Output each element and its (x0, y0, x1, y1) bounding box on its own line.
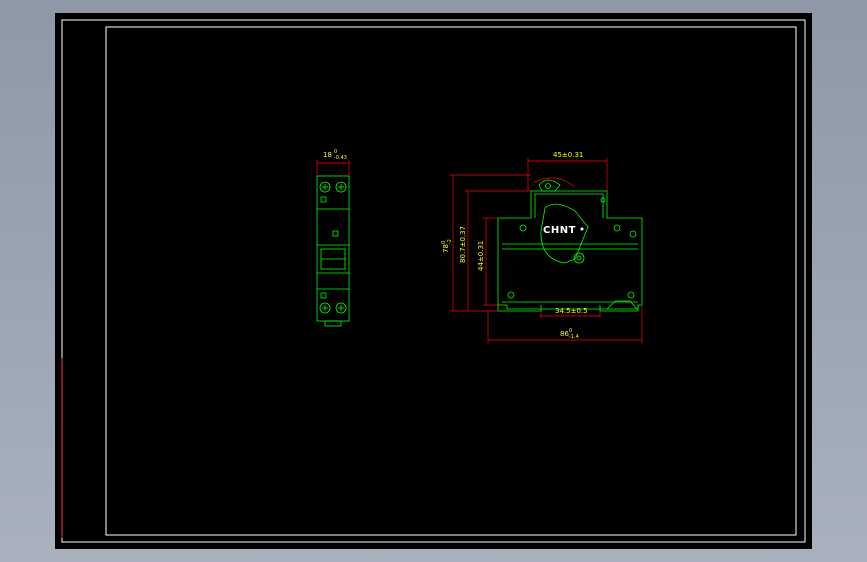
front-view (316, 175, 350, 327)
svg-text:78: 78 (442, 244, 450, 253)
side-body-outline (497, 190, 643, 310)
front-body-outline (316, 175, 350, 322)
svg-text:-2: -2 (447, 239, 453, 244)
brand-dot (580, 227, 584, 231)
svg-text:-0.43: -0.43 (334, 155, 347, 161)
top-width-label: 45±0.31 (553, 151, 583, 159)
toggle-handle (538, 179, 561, 192)
height-80-label: 80.7±0.37 (459, 226, 467, 263)
front-width-label: 18 (323, 151, 332, 159)
svg-text:-1.4: -1.4 (569, 334, 579, 340)
depth-label: 86 0 -1.4 (560, 328, 579, 340)
height-44-label: 44±0.31 (477, 241, 485, 271)
brand-logo: CHNT (543, 225, 576, 236)
rail-width-label: 34.5±0.5 (555, 307, 588, 315)
overall-height-label: 78 0 -2 (441, 239, 453, 253)
cad-viewport[interactable]: 18 0 -0.43 CHNT 45±0.31 78 0 -2 80.7±0.3… (55, 13, 812, 549)
side-view (497, 179, 643, 312)
outer-frame (61, 19, 806, 543)
front-width-dimension: 18 0 -0.43 (316, 149, 350, 176)
inner-frame (105, 26, 797, 536)
cad-drawing: 18 0 -0.43 CHNT 45±0.31 78 0 -2 80.7±0.3… (61, 19, 806, 543)
